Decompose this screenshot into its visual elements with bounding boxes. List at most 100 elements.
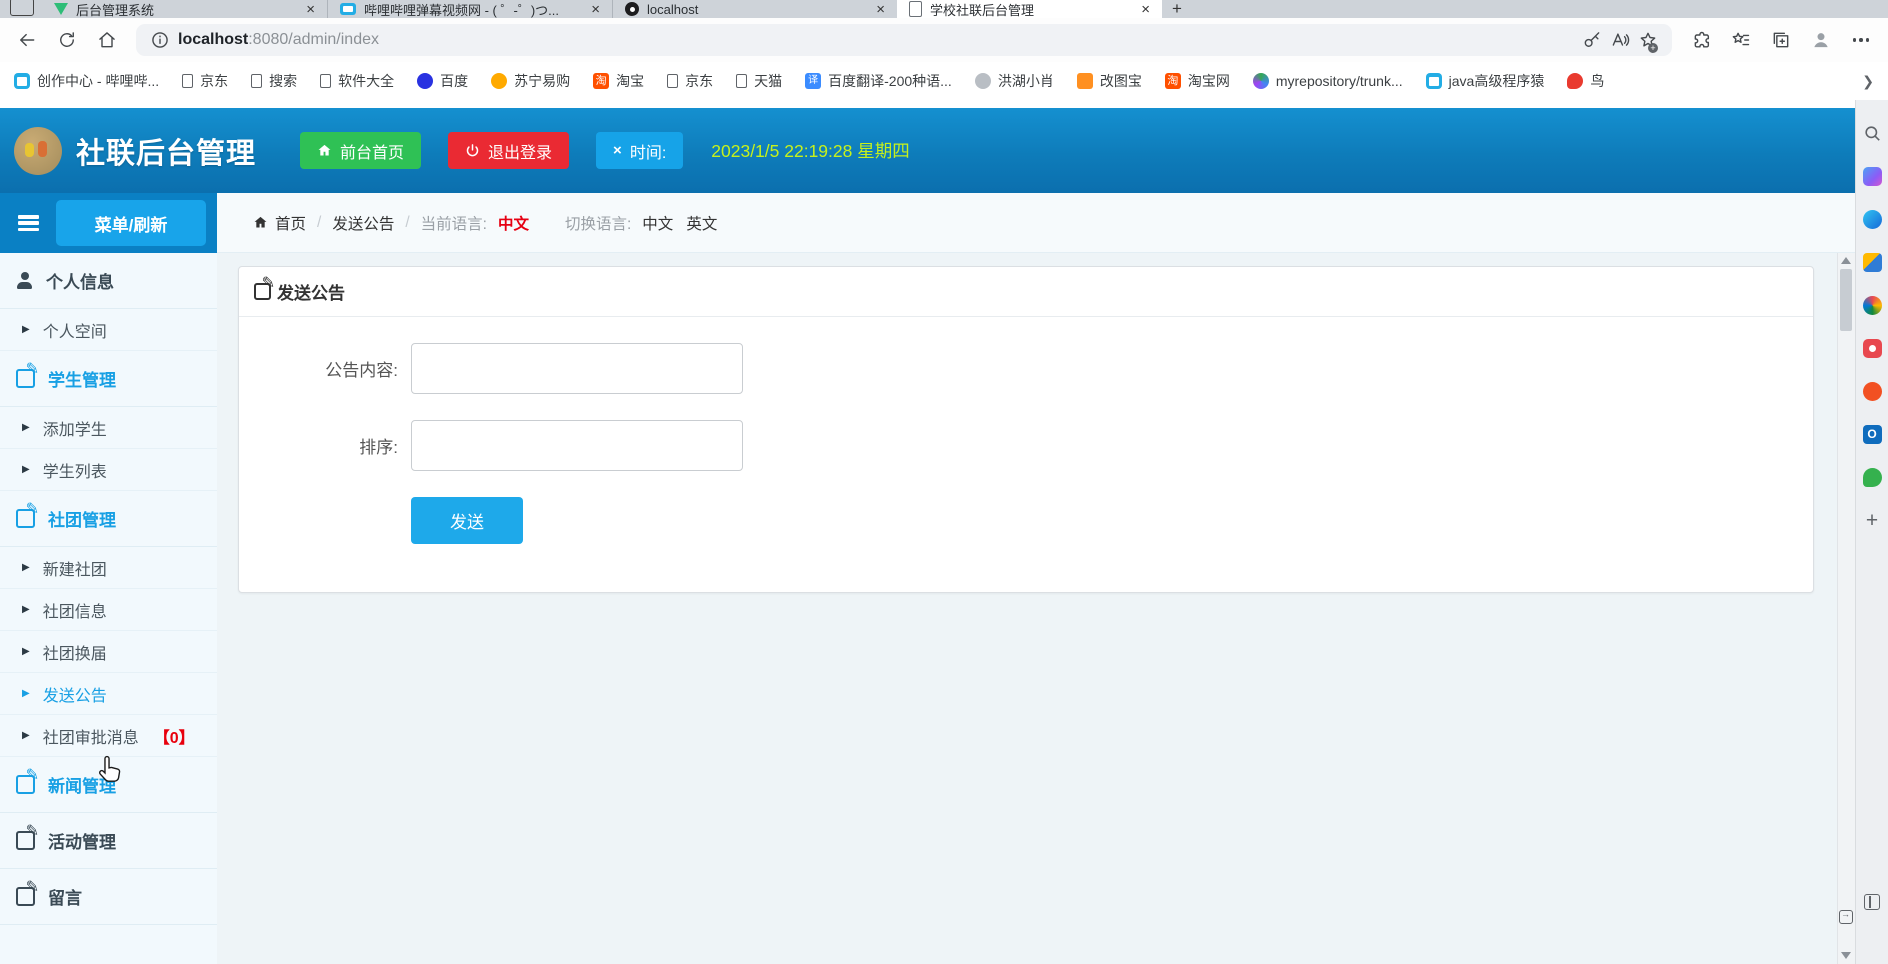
bookmark-item[interactable]: 京东 (182, 71, 228, 91)
logout-button[interactable]: 退出登录 (448, 132, 570, 169)
bookmark-item[interactable]: myrepository/trunk... (1252, 73, 1403, 89)
sidebar-section-club-mgmt[interactable]: ✎ 社团管理 (0, 491, 217, 547)
breadcrumb-home-link[interactable]: 首页 (253, 212, 306, 234)
repository-icon (1252, 73, 1269, 89)
tab-actions-icon[interactable] (10, 0, 34, 16)
breadcrumb: 首页 / 发送公告 / 当前语言: 中文 切换语言: 中文 英文 (217, 193, 1855, 253)
scrollbar-up-button[interactable] (1841, 257, 1851, 264)
sidebar-toggle-icon[interactable] (1864, 894, 1880, 910)
address-bar[interactable]: localhost:8080/admin/index + (136, 24, 1672, 56)
app-header: 社联后台管理 前台首页 退出登录 × 时间: 2023/1/5 22:19:28… (0, 108, 1855, 193)
tab-localhost[interactable]: localhost × (612, 0, 897, 18)
copilot-icon[interactable] (1862, 167, 1882, 186)
bookmark-item[interactable]: 天猫 (736, 71, 782, 91)
sidebar-section-student-mgmt[interactable]: ✎ 学生管理 (0, 351, 217, 407)
sidebar-item-personal-space[interactable]: ▶ 个人空间 (0, 309, 217, 351)
tab-close-icon[interactable]: × (589, 1, 602, 18)
send-button[interactable]: 发送 (411, 497, 523, 544)
tab-close-icon[interactable]: × (1139, 1, 1152, 18)
send-announcement-panel: ✎ 发送公告 公告内容: 排序: 发送 (238, 266, 1814, 593)
sidebar-item-label: 学生列表 (42, 463, 107, 481)
drop-icon[interactable] (1862, 468, 1882, 487)
caret-right-icon: ▶ (22, 422, 30, 433)
bookmark-item[interactable]: 淘淘宝网 (1164, 71, 1230, 91)
sidebar-section-messages[interactable]: ✎ 留言 (0, 869, 217, 925)
sidebar: 菜单/刷新 个人信息 ▶ 个人空间 ✎ 学生管理 ▶ 添加学生 ▶ 学生列表 ✎… (0, 193, 217, 964)
translate-icon: 译 (805, 73, 822, 89)
sort-input[interactable] (411, 420, 743, 471)
sidebar-section-activity-mgmt[interactable]: ✎ 活动管理 (0, 813, 217, 869)
games-icon[interactable] (1862, 296, 1882, 315)
password-key-icon[interactable] (1578, 23, 1606, 57)
time-button[interactable]: × 时间: (596, 132, 684, 169)
sidebar-section-label: 新闻管理 (48, 777, 116, 796)
outlook-icon[interactable]: O (1862, 425, 1882, 444)
tab-close-icon[interactable]: × (874, 1, 887, 18)
sidebar-item-student-list[interactable]: ▶ 学生列表 (0, 449, 217, 491)
sidebar-item-label: 发送公告 (42, 687, 107, 705)
add-favorite-icon[interactable]: + (1634, 23, 1662, 57)
collections-icon[interactable] (1764, 23, 1798, 57)
new-tab-button[interactable]: + (1172, 0, 1182, 18)
language-link-english[interactable]: 英文 (686, 212, 717, 234)
tab-school-admin-active[interactable]: 学校社联后台管理 × (897, 0, 1162, 18)
sidebar-section-personal-info[interactable]: 个人信息 (0, 253, 217, 309)
bookmark-item[interactable]: 百度 (417, 71, 468, 91)
url-text[interactable]: localhost:8080/admin/index (178, 31, 1578, 49)
shopping-icon[interactable] (1862, 210, 1882, 229)
tab-title: 学校社联后台管理 (930, 2, 1035, 18)
bookmark-item[interactable]: java高级程序猿 (1425, 71, 1544, 91)
scrollbar-down-button[interactable] (1841, 952, 1851, 959)
bookmark-label: 搜索 (269, 73, 298, 89)
announcement-content-input[interactable] (411, 343, 743, 394)
content-scrollbar[interactable] (1837, 253, 1855, 964)
search-icon[interactable] (1863, 124, 1882, 143)
refresh-icon[interactable] (50, 23, 84, 57)
switch-language-label: 切换语言: (564, 215, 632, 233)
sidebar-item-club-approval-messages[interactable]: ▶ 社团审批消息 【0】 (0, 715, 217, 757)
sidebar-item-club-info[interactable]: ▶ 社团信息 (0, 589, 217, 631)
bookmark-item[interactable]: 软件大全 (320, 71, 394, 91)
bookmark-item[interactable]: 苏宁易购 (491, 71, 570, 91)
bookmark-item[interactable]: 京东 (667, 71, 713, 91)
browser-window: 后台管理系统 × 哔哩哔哩弹幕视频网 - ( ゜-゜)つ... × localh… (0, 0, 1888, 964)
sidebar-section-news-mgmt[interactable]: ✎ 新闻管理 (0, 757, 217, 813)
favorites-red-icon[interactable] (1862, 339, 1882, 358)
home-icon[interactable] (90, 23, 124, 57)
person-icon (16, 272, 33, 289)
settings-menu-icon[interactable] (1844, 23, 1878, 57)
extensions-icon[interactable] (1684, 23, 1718, 57)
language-link-chinese[interactable]: 中文 (642, 212, 673, 234)
bookmark-item[interactable]: 洪湖小肖 (974, 71, 1054, 91)
favorites-hub-icon[interactable] (1724, 23, 1758, 57)
home-icon (254, 216, 267, 228)
menu-refresh-button[interactable]: 菜单/刷新 (56, 200, 206, 246)
bookmark-item[interactable]: 译百度翻译-200种语... (805, 71, 952, 91)
read-aloud-icon[interactable] (1606, 23, 1634, 57)
site-info-icon[interactable] (146, 23, 174, 57)
sidebar-item-new-club[interactable]: ▶ 新建社团 (0, 547, 217, 589)
sidebar-reveal-icon[interactable] (1839, 909, 1853, 924)
bookmark-item[interactable]: 鸟 (1567, 71, 1604, 91)
sidebar-item-add-student[interactable]: ▶ 添加学生 (0, 407, 217, 449)
bookmark-item[interactable]: 改图宝 (1076, 71, 1142, 91)
microsoft365-icon[interactable] (1862, 253, 1882, 272)
scrollbar-thumb[interactable] (1840, 269, 1852, 331)
add-app-icon[interactable]: + (1863, 510, 1882, 531)
bookmark-item[interactable]: 淘淘宝 (593, 71, 644, 91)
tab-close-icon[interactable]: × (304, 1, 317, 18)
back-icon[interactable] (10, 23, 44, 57)
hamburger-icon[interactable] (18, 215, 39, 231)
profile-avatar[interactable] (1804, 23, 1838, 57)
tab-admin-system[interactable]: 后台管理系统 × (42, 0, 327, 18)
sidebar-item-send-announcement[interactable]: ▶ 发送公告 (0, 673, 217, 715)
bookmark-item[interactable]: 创作中心 - 哔哩哔... (14, 71, 159, 91)
front-home-button[interactable]: 前台首页 (300, 132, 422, 169)
tab-bilibili[interactable]: 哔哩哔哩弹幕视频网 - ( ゜-゜)つ... × (327, 0, 612, 18)
bookmark-label: myrepository/trunk... (1275, 73, 1403, 89)
bookmarks-overflow-chevron[interactable]: ❯ (1862, 73, 1874, 90)
essentials-icon[interactable] (1862, 382, 1882, 401)
bookmark-label: 百度翻译-200种语... (828, 73, 952, 89)
bookmark-item[interactable]: 搜索 (251, 71, 297, 91)
sidebar-item-club-transition[interactable]: ▶ 社团换届 (0, 631, 217, 673)
